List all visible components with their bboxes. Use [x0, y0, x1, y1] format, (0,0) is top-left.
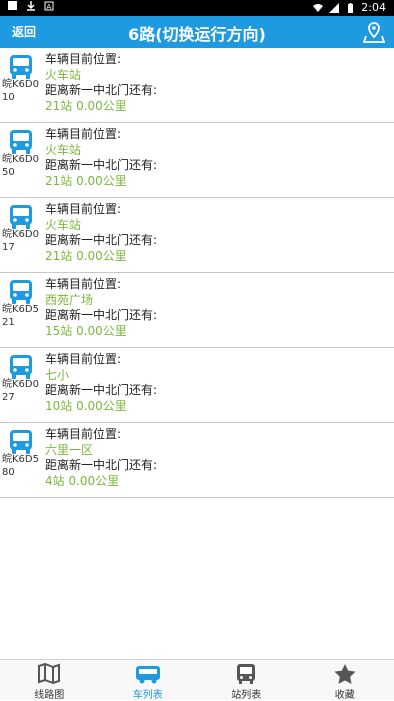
title-bar: 返回 6路(切换运行方向): [0, 16, 394, 48]
bus-front-icon: [235, 663, 257, 685]
tab-label: 收藏: [296, 686, 394, 701]
vehicle-plate: 皖K6D010: [2, 78, 42, 104]
wifi-icon: [313, 3, 323, 13]
vehicle-list: 皖K6D010车辆目前位置:火车站距离新一中北门还有:21站 0.00公里皖K6…: [0, 48, 394, 498]
vehicle-info: 车辆目前位置:火车站距离新一中北门还有:21站 0.00公里: [45, 52, 157, 114]
vehicle-plate: 皖K6D017: [2, 228, 42, 254]
vehicle-info: 车辆目前位置:火车站距离新一中北门还有:21站 0.00公里: [45, 202, 157, 264]
vehicle-row[interactable]: 皖K6D050车辆目前位置:火车站距离新一中北门还有:21站 0.00公里: [0, 123, 394, 198]
position-value: 火车站: [45, 218, 157, 234]
vehicle-plate: 皖K6D027: [2, 378, 42, 404]
tab-label: 车列表: [99, 686, 198, 701]
position-value: 火车站: [45, 143, 157, 159]
position-label: 车辆目前位置:: [45, 52, 157, 68]
distance-value: 10站 0.00公里: [45, 399, 157, 415]
position-label: 车辆目前位置:: [45, 277, 157, 293]
bus-icon: [8, 429, 34, 455]
position-value: 七小: [45, 368, 157, 384]
map-icon: [37, 663, 61, 685]
position-label: 车辆目前位置:: [45, 427, 157, 443]
vehicle-plate: 皖K6D050: [2, 153, 42, 179]
distance-label: 距离新一中北门还有:: [45, 158, 157, 174]
tab-label: 站列表: [197, 686, 296, 701]
tab-label: 线路图: [0, 686, 99, 701]
position-value: 西苑广场: [45, 293, 157, 309]
bus-icon: [8, 204, 34, 230]
vehicle-row[interactable]: 皖K6D580车辆目前位置:六里一区距离新一中北门还有:4站 0.00公里: [0, 423, 394, 498]
notification-icon: [8, 1, 18, 11]
vehicle-info: 车辆目前位置:火车站距离新一中北门还有:21站 0.00公里: [45, 127, 157, 189]
status-bar: A 2:04: [0, 0, 394, 16]
distance-value: 4站 0.00公里: [45, 474, 157, 490]
distance-label: 距离新一中北门还有:: [45, 83, 157, 99]
bus-icon: [8, 129, 34, 155]
distance-value: 21站 0.00公里: [45, 249, 157, 265]
star-icon: [333, 663, 357, 685]
vehicle-row[interactable]: 皖K6D521车辆目前位置:西苑广场距离新一中北门还有:15站 0.00公里: [0, 273, 394, 348]
bus-icon: [8, 54, 34, 80]
vehicle-row[interactable]: 皖K6D027车辆目前位置:七小距离新一中北门还有:10站 0.00公里: [0, 348, 394, 423]
vehicle-plate: 皖K6D521: [2, 303, 42, 329]
vehicle-row[interactable]: 皖K6D010车辆目前位置:火车站距离新一中北门还有:21站 0.00公里: [0, 48, 394, 123]
distance-value: 21站 0.00公里: [45, 99, 157, 115]
position-label: 车辆目前位置:: [45, 127, 157, 143]
bus-icon: [8, 279, 34, 305]
tab-star[interactable]: 收藏: [296, 660, 394, 700]
position-value: 六里一区: [45, 443, 157, 459]
map-location-icon[interactable]: [362, 20, 386, 44]
tab-map[interactable]: 线路图: [0, 660, 99, 700]
vehicle-info: 车辆目前位置:六里一区距离新一中北门还有:4站 0.00公里: [45, 427, 157, 489]
distance-label: 距离新一中北门还有:: [45, 233, 157, 249]
svg-text:A: A: [47, 3, 52, 11]
tab-bus-front[interactable]: 站列表: [197, 660, 296, 700]
distance-label: 距离新一中北门还有:: [45, 308, 157, 324]
distance-value: 15站 0.00公里: [45, 324, 157, 340]
bottom-tab-bar: 线路图车列表站列表收藏: [0, 659, 394, 700]
status-time: 2:04: [361, 1, 386, 14]
vehicle-plate: 皖K6D580: [2, 453, 42, 479]
tab-bus-side[interactable]: 车列表: [99, 660, 198, 700]
distance-value: 21站 0.00公里: [45, 174, 157, 190]
position-label: 车辆目前位置:: [45, 202, 157, 218]
battery-icon: [345, 3, 355, 13]
bus-side-icon: [135, 663, 161, 685]
signal-icon: [329, 3, 339, 13]
download-icon: [26, 1, 36, 11]
vehicle-info: 车辆目前位置:七小距离新一中北门还有:10站 0.00公里: [45, 352, 157, 414]
bus-icon: [8, 354, 34, 380]
vehicle-info: 车辆目前位置:西苑广场距离新一中北门还有:15站 0.00公里: [45, 277, 157, 339]
distance-label: 距离新一中北门还有:: [45, 458, 157, 474]
position-value: 火车站: [45, 68, 157, 84]
vehicle-row[interactable]: 皖K6D017车辆目前位置:火车站距离新一中北门还有:21站 0.00公里: [0, 198, 394, 273]
page-title[interactable]: 6路(切换运行方向): [0, 21, 394, 45]
distance-label: 距离新一中北门还有:: [45, 383, 157, 399]
position-label: 车辆目前位置:: [45, 352, 157, 368]
android-icon: A: [44, 1, 54, 11]
